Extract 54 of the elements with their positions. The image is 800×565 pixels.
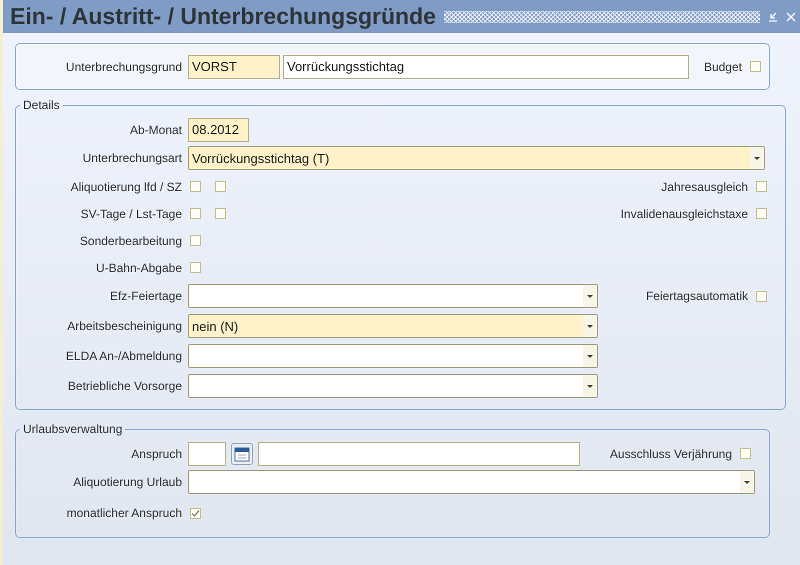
field-label: Feiertagsautomatik	[646, 289, 748, 303]
field-label: Unterbrechungsgrund	[64, 60, 183, 74]
minimize-icon[interactable]	[768, 12, 778, 22]
field-label: monatlicher Anspruch	[66, 506, 183, 520]
code-field[interactable]: VORST	[188, 54, 280, 78]
checkbox[interactable]	[190, 235, 201, 246]
field-label: Aliquotierung lfd / SZ	[70, 180, 183, 194]
field-label: Ausschluss Verjährung	[610, 446, 732, 460]
field-label: U-Bahn-Abgabe	[94, 260, 183, 274]
field-label: Invalidenausgleichstaxe	[620, 206, 748, 220]
field-label: Betriebliche Vorsorge	[66, 379, 183, 393]
field-label: Unterbrechungsart	[82, 151, 183, 165]
field-label: Aliquotierung Urlaub	[72, 475, 183, 489]
dropdown-field[interactable]	[188, 470, 755, 494]
caret-icon	[583, 345, 597, 367]
field-label: Efz-Feiertage	[108, 289, 183, 303]
checkbox[interactable]	[215, 181, 226, 192]
field-label: Sonderbearbeitung	[78, 234, 183, 248]
checkbox[interactable]	[740, 448, 751, 459]
field-label: Jahresausgleich	[661, 180, 748, 194]
checkbox[interactable]	[756, 208, 767, 219]
dropdown-field[interactable]	[188, 284, 598, 308]
claim-field[interactable]	[188, 442, 226, 466]
checkbox[interactable]	[756, 181, 767, 192]
checkbox[interactable]	[756, 290, 767, 302]
field-label: ELDA An-/Abmeldung	[64, 349, 183, 363]
checkbox[interactable]	[190, 208, 201, 219]
dropdown-field[interactable]: Vorrückungsstichtag (T)	[188, 146, 765, 170]
dropdown-field[interactable]: nein (N)	[188, 314, 598, 338]
caret-icon	[750, 147, 764, 169]
window-title: Ein- / Austritt- / Unterbrechungsgründe	[10, 3, 436, 30]
field-label: Arbeitsbescheinigung	[66, 319, 183, 333]
checkbox[interactable]	[190, 508, 201, 518]
group-legend: Details	[20, 98, 63, 112]
claim-text-field[interactable]	[258, 442, 580, 466]
caret-icon	[583, 315, 597, 337]
caret-icon	[740, 471, 754, 493]
month-field[interactable]: 08.2012	[188, 118, 249, 142]
checkbox[interactable]	[750, 61, 761, 72]
calendar-button[interactable]	[231, 442, 253, 464]
close-icon[interactable]	[786, 12, 796, 22]
dropdown-field[interactable]	[188, 344, 598, 368]
checkbox[interactable]	[215, 208, 226, 219]
group-legend: Urlaubsverwaltung	[20, 422, 126, 436]
checkbox[interactable]	[190, 262, 201, 273]
dropdown-field[interactable]	[188, 374, 598, 398]
description-field[interactable]: Vorrückungsstichtag	[283, 54, 689, 78]
field-label: Budget	[704, 60, 742, 74]
field-label: Ab-Monat	[128, 122, 183, 136]
caret-icon	[583, 285, 597, 307]
field-label: SV-Tage / Lst-Tage	[80, 206, 183, 220]
field-label: Anspruch	[130, 446, 183, 460]
checkbox[interactable]	[190, 181, 201, 192]
caret-icon	[583, 375, 597, 397]
